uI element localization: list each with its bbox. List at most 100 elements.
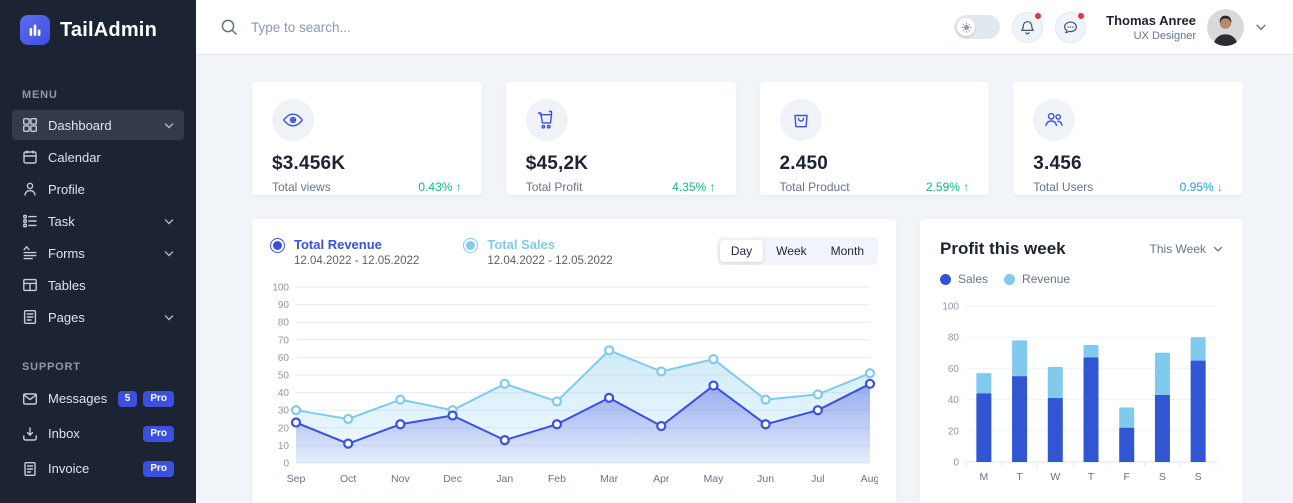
profit-card-title: Profit this week bbox=[940, 239, 1066, 259]
pro-badge: Pro bbox=[143, 461, 174, 477]
stat-label: Total views bbox=[272, 180, 331, 194]
cart-icon bbox=[526, 99, 568, 141]
svg-text:T: T bbox=[1088, 471, 1095, 483]
user-menu[interactable]: Thomas Anree UX Designer bbox=[1106, 9, 1267, 46]
svg-text:S: S bbox=[1159, 471, 1166, 483]
legend-dot-icon bbox=[1004, 274, 1015, 285]
main-area: Thomas Anree UX Designer $3.456K bbox=[196, 0, 1293, 503]
stat-label: Total Profit bbox=[526, 180, 583, 194]
svg-text:Jan: Jan bbox=[496, 473, 513, 485]
svg-text:May: May bbox=[704, 473, 725, 485]
charts-row: Total Revenue 12.04.2022 - 12.05.2022 To… bbox=[252, 219, 1243, 503]
legend-total-sales[interactable]: Total Sales 12.04.2022 - 12.05.2022 bbox=[463, 237, 612, 267]
stat-change: 0.43% ↑ bbox=[418, 180, 461, 194]
eye-icon bbox=[272, 99, 314, 141]
svg-text:80: 80 bbox=[278, 318, 290, 329]
support-section-label: SUPPORT bbox=[22, 361, 174, 373]
legend-date-range: 12.04.2022 - 12.05.2022 bbox=[294, 255, 419, 267]
svg-text:W: W bbox=[1050, 471, 1060, 483]
tables-icon bbox=[22, 277, 38, 293]
avatar bbox=[1207, 9, 1244, 46]
period-month-button[interactable]: Month bbox=[820, 240, 875, 262]
invoice-icon bbox=[22, 461, 38, 477]
sidebar-item-invoice[interactable]: Invoice Pro bbox=[12, 452, 184, 485]
svg-text:80: 80 bbox=[948, 333, 960, 344]
svg-text:Jul: Jul bbox=[811, 473, 824, 485]
period-week-button[interactable]: Week bbox=[765, 240, 817, 262]
week-select-dropdown[interactable]: This Week bbox=[1150, 242, 1223, 256]
svg-text:Aug: Aug bbox=[861, 473, 878, 485]
stat-value: 3.456 bbox=[1033, 153, 1223, 175]
svg-text:Dec: Dec bbox=[443, 473, 462, 485]
legend-revenue: Revenue bbox=[1004, 272, 1070, 286]
svg-text:100: 100 bbox=[942, 302, 959, 313]
sidebar-item-inbox[interactable]: Inbox Pro bbox=[12, 417, 184, 450]
pro-badge: Pro bbox=[143, 426, 174, 442]
dark-mode-toggle[interactable] bbox=[954, 15, 1000, 39]
svg-text:60: 60 bbox=[278, 353, 290, 364]
sidebar-item-label: Pages bbox=[48, 310, 85, 325]
svg-text:S: S bbox=[1195, 471, 1202, 483]
sidebar-item-tables[interactable]: Tables bbox=[12, 270, 184, 300]
chevron-down-icon bbox=[164, 249, 174, 258]
stat-change: 0.95% ↓ bbox=[1180, 180, 1223, 194]
stats-row: $3.456K Total views 0.43% ↑ $45,2K Total… bbox=[252, 82, 1243, 195]
legend-dot-icon bbox=[940, 274, 951, 285]
task-icon bbox=[22, 213, 38, 229]
messages-count-badge: 5 bbox=[118, 391, 138, 407]
profit-chart-card: Profit this week This Week Sales bbox=[920, 219, 1243, 503]
sidebar-item-calendar[interactable]: Calendar bbox=[12, 142, 184, 172]
svg-text:70: 70 bbox=[278, 335, 290, 346]
pro-badge: Pro bbox=[143, 391, 174, 407]
sidebar-item-dashboard[interactable]: Dashboard bbox=[12, 110, 184, 140]
svg-text:0: 0 bbox=[283, 459, 289, 470]
svg-text:Oct: Oct bbox=[340, 473, 356, 485]
bag-icon bbox=[780, 99, 822, 141]
notifications-button[interactable] bbox=[1012, 12, 1043, 43]
search-input[interactable] bbox=[249, 19, 509, 36]
svg-text:40: 40 bbox=[278, 388, 290, 399]
svg-text:Apr: Apr bbox=[653, 473, 670, 485]
chevron-down-icon bbox=[1255, 22, 1267, 32]
stat-label: Total Users bbox=[1033, 180, 1093, 194]
sidebar-item-label: Task bbox=[48, 214, 75, 229]
search-icon[interactable] bbox=[220, 18, 238, 36]
menu-section-label: MENU bbox=[22, 89, 174, 101]
revenue-chart-header: Total Revenue 12.04.2022 - 12.05.2022 To… bbox=[270, 237, 878, 267]
bell-icon bbox=[1020, 20, 1035, 35]
stat-card-total-users: 3.456 Total Users 0.95% ↓ bbox=[1013, 82, 1243, 195]
svg-text:30: 30 bbox=[278, 406, 290, 417]
sidebar-item-messages[interactable]: Messages 5 Pro bbox=[12, 382, 184, 415]
inbox-icon bbox=[22, 426, 38, 442]
svg-text:10: 10 bbox=[278, 441, 290, 452]
sidebar-item-label: Calendar bbox=[48, 150, 101, 165]
svg-text:20: 20 bbox=[948, 426, 960, 437]
sidebar-item-forms[interactable]: Forms bbox=[12, 238, 184, 268]
stat-card-total-product: 2.450 Total Product 2.59% ↑ bbox=[760, 82, 990, 195]
logo[interactable]: TailAdmin bbox=[0, 0, 196, 55]
dropdown-value: This Week bbox=[1150, 242, 1206, 256]
svg-text:0: 0 bbox=[953, 458, 959, 469]
user-role: UX Designer bbox=[1106, 30, 1196, 42]
user-name: Thomas Anree bbox=[1106, 13, 1196, 28]
legend-total-revenue[interactable]: Total Revenue 12.04.2022 - 12.05.2022 bbox=[270, 237, 419, 267]
profit-chart-header: Profit this week This Week bbox=[940, 239, 1223, 259]
stat-value: $45,2K bbox=[526, 153, 716, 175]
bar-chart-logo-icon bbox=[20, 15, 50, 45]
svg-text:T: T bbox=[1016, 471, 1023, 483]
users-icon bbox=[1033, 99, 1075, 141]
stat-label: Total Product bbox=[780, 180, 850, 194]
sidebar-item-pages[interactable]: Pages bbox=[12, 302, 184, 332]
sidebar-item-profile[interactable]: Profile bbox=[12, 174, 184, 204]
sidebar-item-task[interactable]: Task bbox=[12, 206, 184, 236]
period-day-button[interactable]: Day bbox=[720, 240, 763, 262]
sidebar-item-label: Inbox bbox=[48, 426, 80, 441]
svg-text:90: 90 bbox=[278, 300, 290, 311]
svg-text:60: 60 bbox=[948, 364, 960, 375]
dashboard-content: $3.456K Total views 0.43% ↑ $45,2K Total… bbox=[196, 55, 1293, 503]
app-window: TailAdmin MENU Dashboard Calendar Profil… bbox=[0, 0, 1293, 503]
stat-card-total-profit: $45,2K Total Profit 4.35% ↑ bbox=[506, 82, 736, 195]
messages-button[interactable] bbox=[1055, 12, 1086, 43]
radio-marker-icon bbox=[463, 238, 478, 253]
chat-icon bbox=[1063, 20, 1078, 35]
